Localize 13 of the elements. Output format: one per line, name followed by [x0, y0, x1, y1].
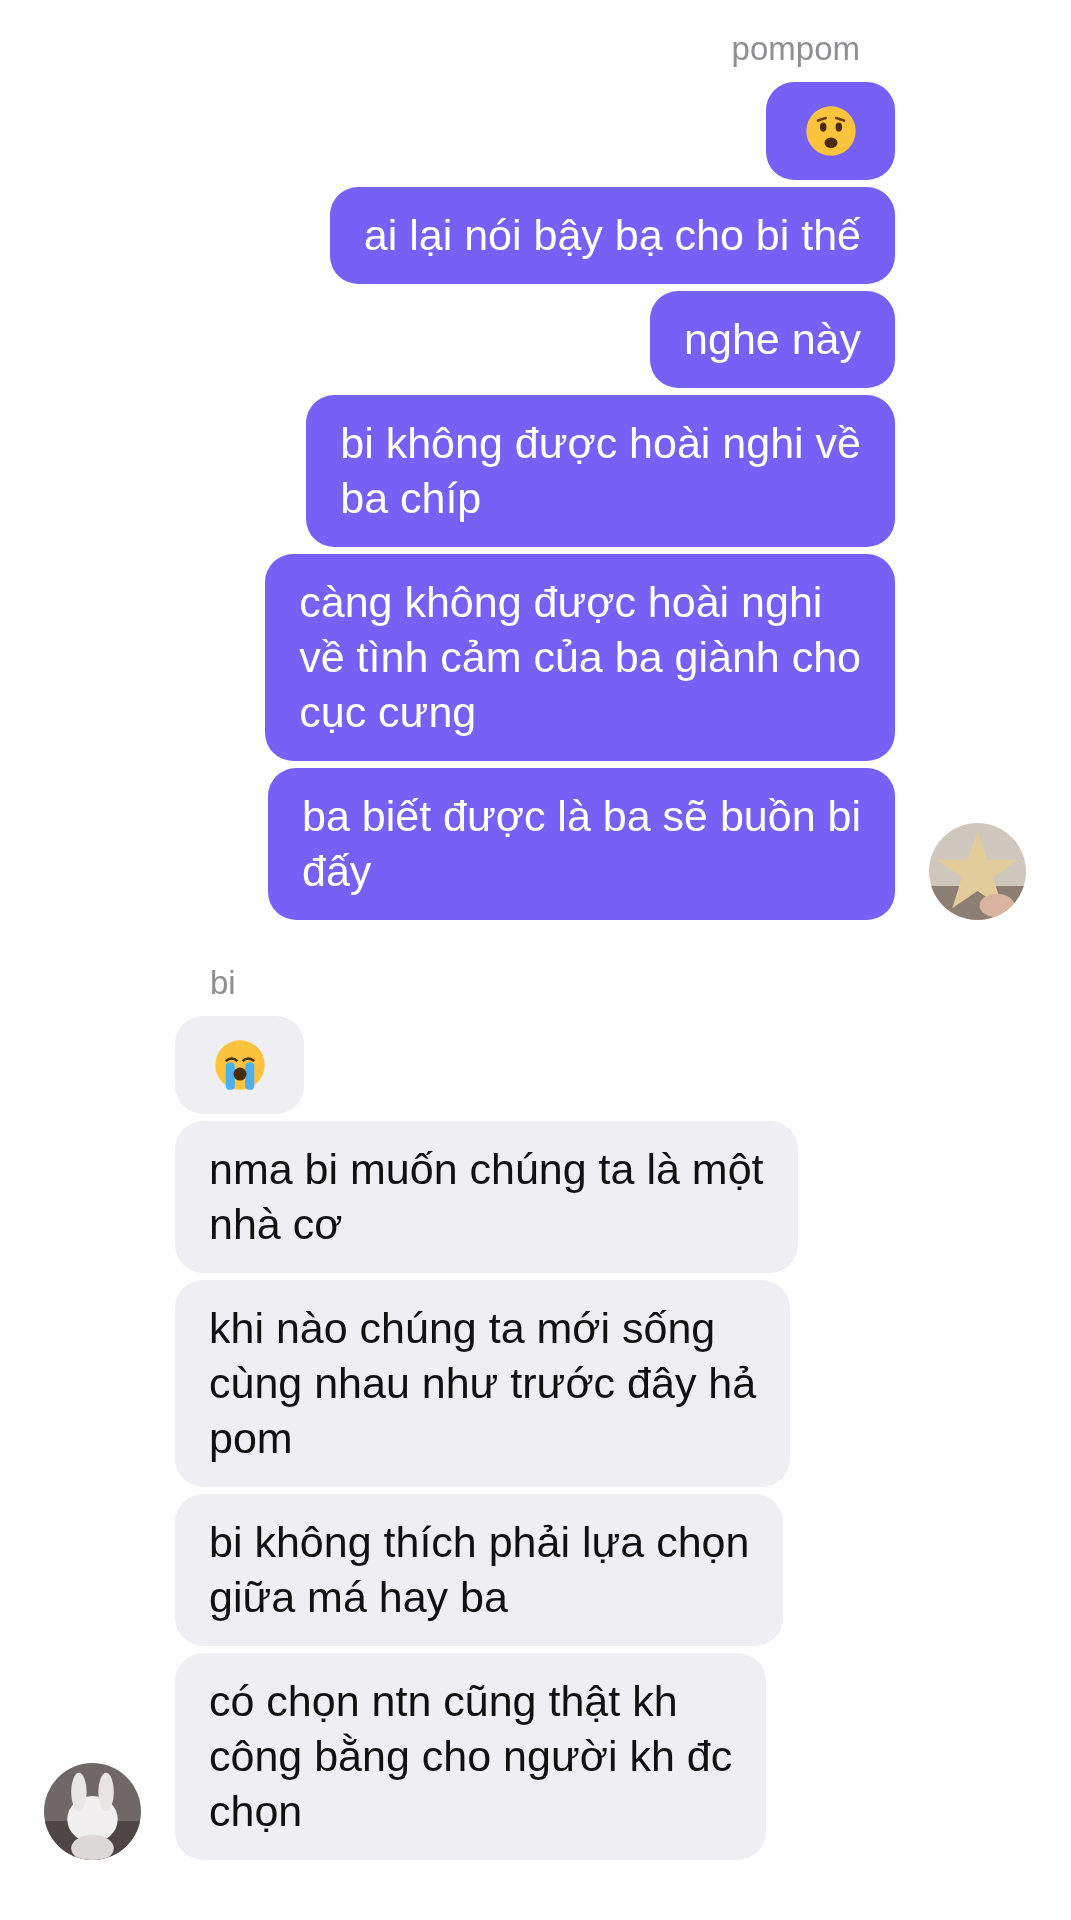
message-bubble: càng không được hoài nghi về tình cảm của ba giành cho cục cưng	[265, 554, 895, 761]
message-bubble: có chọn ntn cũng thật kh công bằng cho người kh đc chọn	[175, 1653, 767, 1860]
crying-face-icon	[213, 1039, 266, 1091]
message-bubble: ai lại nói bậy bạ cho bi thế	[329, 187, 895, 284]
message-bubble: nma bi muốn chúng ta là một nhà cơ	[175, 1121, 798, 1273]
message-bubble: ba biết được là ba sẽ buồn bi đấy	[267, 768, 895, 920]
message-bubble: nghe này	[650, 291, 895, 388]
sender-name: pompom	[731, 30, 860, 68]
worried-face-icon	[804, 105, 857, 157]
message-bubble: bi không thích phải lựa chọn giữa má hay ba	[175, 1494, 784, 1646]
message-bubble: khi nào chúng ta mới sống cùng nhau như trước đây hả pom	[175, 1280, 791, 1487]
message-bubble: bi không được hoài nghi về ba chíp	[306, 395, 895, 547]
sender-name: bi	[210, 964, 237, 1002]
